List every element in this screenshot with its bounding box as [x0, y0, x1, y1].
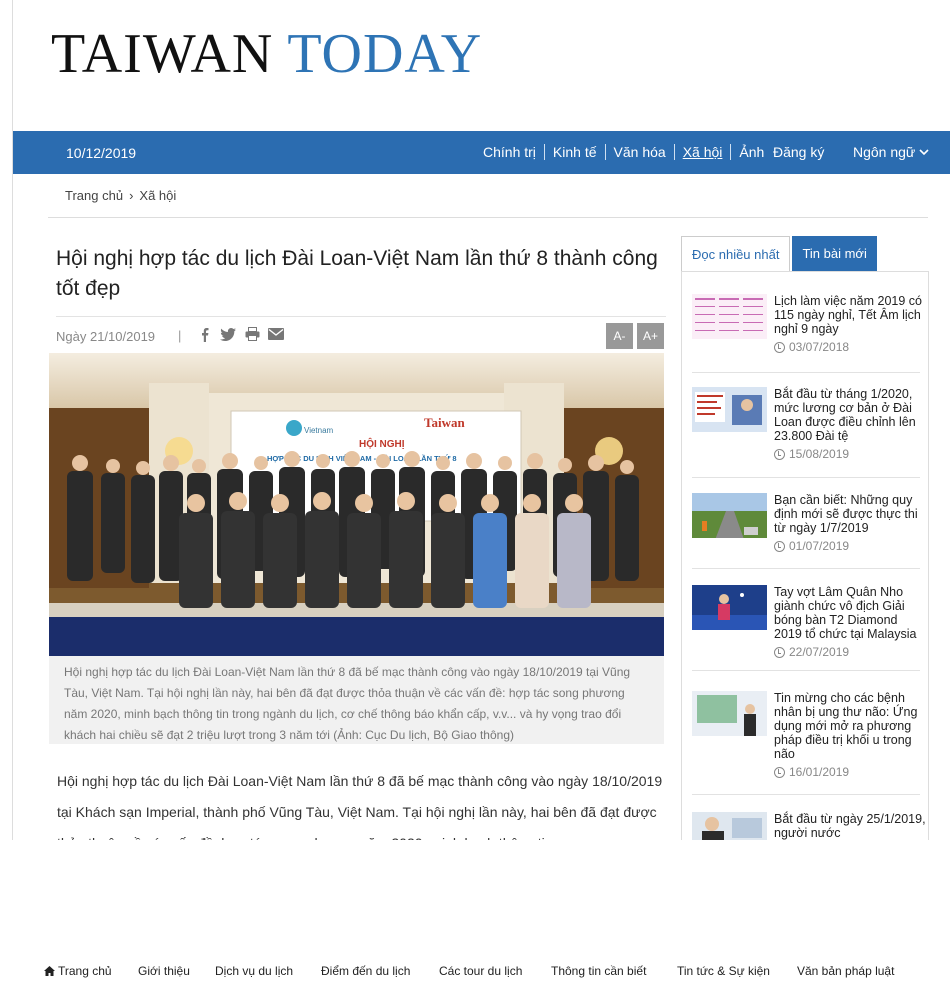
divider: [692, 372, 920, 373]
news-title[interactable]: Tin mừng cho các bệnh nhân bị ung thư nã…: [774, 691, 926, 761]
news-thumbnail[interactable]: [692, 493, 767, 538]
footer-link-home[interactable]: Trang chủ: [44, 964, 112, 978]
tab-most-read[interactable]: Đọc nhiều nhất: [681, 236, 791, 272]
sidebar-tabs: Đọc nhiều nhất Tin bài mới: [681, 236, 877, 272]
clock-icon: [774, 766, 785, 778]
category-menu: Chính trị Kinh tế Văn hóa Xã hội Ảnh: [475, 144, 772, 160]
divider: [692, 794, 920, 795]
breadcrumb-current[interactable]: Xã hội: [139, 188, 176, 203]
current-date: 10/12/2019: [66, 145, 137, 161]
banner-brand-text: Taiwan: [424, 415, 465, 430]
nav-item-society[interactable]: Xã hội: [675, 144, 731, 160]
nav-item-economy[interactable]: Kinh tế: [545, 144, 605, 160]
article-title: Hội nghị hợp tác du lịch Đài Loan-Việt N…: [56, 247, 658, 300]
logo-word-today: TODAY: [287, 23, 483, 85]
article-photo: Vietnam Taiwan HỘI NGHỊ HỢP TÁC DU LỊCH …: [49, 353, 664, 656]
sidebar-list: Lịch làm việc năm 2019 có 115 ngày nghỉ,…: [681, 271, 929, 840]
print-icon[interactable]: [244, 326, 260, 342]
divider: [692, 568, 920, 569]
footer-link-destinations[interactable]: Điểm đến du lịch: [321, 964, 410, 978]
home-icon: [44, 966, 55, 976]
news-thumbnail[interactable]: [692, 585, 767, 630]
divider: [692, 670, 920, 671]
banner-logo-text: Vietnam: [304, 426, 334, 435]
news-date: 01/07/2019: [789, 539, 850, 553]
article-date: Ngày 21/10/2019: [56, 329, 156, 344]
group-photo: Vietnam Taiwan HỘI NGHỊ HỢP TÁC DU LỊCH …: [49, 353, 664, 656]
language-dropdown[interactable]: Ngôn ngữ: [853, 144, 929, 160]
news-title[interactable]: Bắt đầu từ tháng 1/2020, mức lương cơ bả…: [774, 387, 926, 443]
clock-icon: [774, 341, 785, 353]
footer-link-info[interactable]: Thông tin cần biết: [551, 964, 646, 978]
email-icon[interactable]: [268, 326, 284, 342]
breadcrumb-home[interactable]: Trang chủ: [65, 188, 123, 203]
site-logo[interactable]: TAIWAN TODAY: [51, 26, 482, 82]
news-thumbnail[interactable]: [692, 294, 767, 339]
nav-item-culture[interactable]: Văn hóa: [606, 144, 674, 160]
news-date: 03/07/2018: [789, 340, 850, 354]
news-title[interactable]: Bắt đầu từ ngày 25/1/2019, người nước: [774, 812, 926, 840]
clock-icon: [774, 448, 785, 460]
news-thumbnail[interactable]: [692, 812, 767, 840]
photo-caption: Hội nghị hợp tác du lịch Đài Loan-Việt N…: [49, 656, 664, 744]
decrease-font-button[interactable]: A-: [606, 323, 633, 349]
breadcrumb-separator: ›: [129, 188, 134, 203]
footer-link-about[interactable]: Giới thiệu: [138, 964, 190, 978]
logo-word-taiwan: TAIWAN: [51, 23, 274, 85]
news-title[interactable]: Tay vợt Lâm Quân Nho giành chức vô địch …: [774, 585, 926, 641]
chevron-down-icon: [919, 149, 929, 156]
footer-link-tours[interactable]: Các tour du lịch: [439, 964, 522, 978]
page-frame: TAIWAN TODAY 10/12/2019 Chính trị Kinh t…: [12, 0, 950, 840]
news-date: 15/08/2019: [789, 447, 850, 461]
news-thumbnail[interactable]: [692, 691, 767, 736]
twitter-icon[interactable]: [220, 326, 236, 342]
tab-latest[interactable]: Tin bài mới: [792, 236, 877, 272]
share-icons: [196, 326, 284, 342]
increase-font-button[interactable]: A+: [637, 323, 664, 349]
divider: [48, 217, 928, 218]
signup-link[interactable]: Đăng ký: [773, 144, 824, 160]
news-date: 22/07/2019: [789, 645, 850, 659]
nav-item-photos[interactable]: Ảnh: [731, 144, 772, 160]
footer-link-news-events[interactable]: Tin tức & Sự kiện: [677, 964, 770, 978]
news-thumbnail[interactable]: [692, 387, 767, 432]
breadcrumb: Trang chủ › Xã hội: [65, 188, 176, 203]
article-body: Hội nghị hợp tác du lịch Đài Loan-Việt N…: [57, 773, 663, 840]
footer-link-legal-docs[interactable]: Văn bản pháp luật: [797, 964, 894, 978]
article-meta: Ngày 21/10/2019 | A- A+: [56, 316, 666, 352]
footer-link-travel-services[interactable]: Dịch vụ du lịch: [215, 964, 293, 978]
footer-link-label: Trang chủ: [58, 964, 112, 978]
language-label: Ngôn ngữ: [853, 144, 916, 160]
meta-divider: |: [178, 328, 182, 343]
divider: [692, 477, 920, 478]
footer-nav: Trang chủ Giới thiệu Dịch vụ du lịch Điể…: [0, 962, 950, 982]
clock-icon: [774, 646, 785, 658]
main-navbar: 10/12/2019 Chính trị Kinh tế Văn hóa Xã …: [13, 131, 950, 174]
news-date: 16/01/2019: [789, 765, 850, 779]
facebook-icon[interactable]: [196, 326, 212, 342]
news-title[interactable]: Bạn cần biết: Những quy định mới sẽ được…: [774, 493, 926, 535]
nav-item-politics[interactable]: Chính trị: [475, 144, 544, 160]
banner-heading-text: HỘI NGHỊ: [359, 437, 405, 450]
news-title[interactable]: Lịch làm việc năm 2019 có 115 ngày nghỉ,…: [774, 294, 926, 336]
clock-icon: [774, 540, 785, 552]
